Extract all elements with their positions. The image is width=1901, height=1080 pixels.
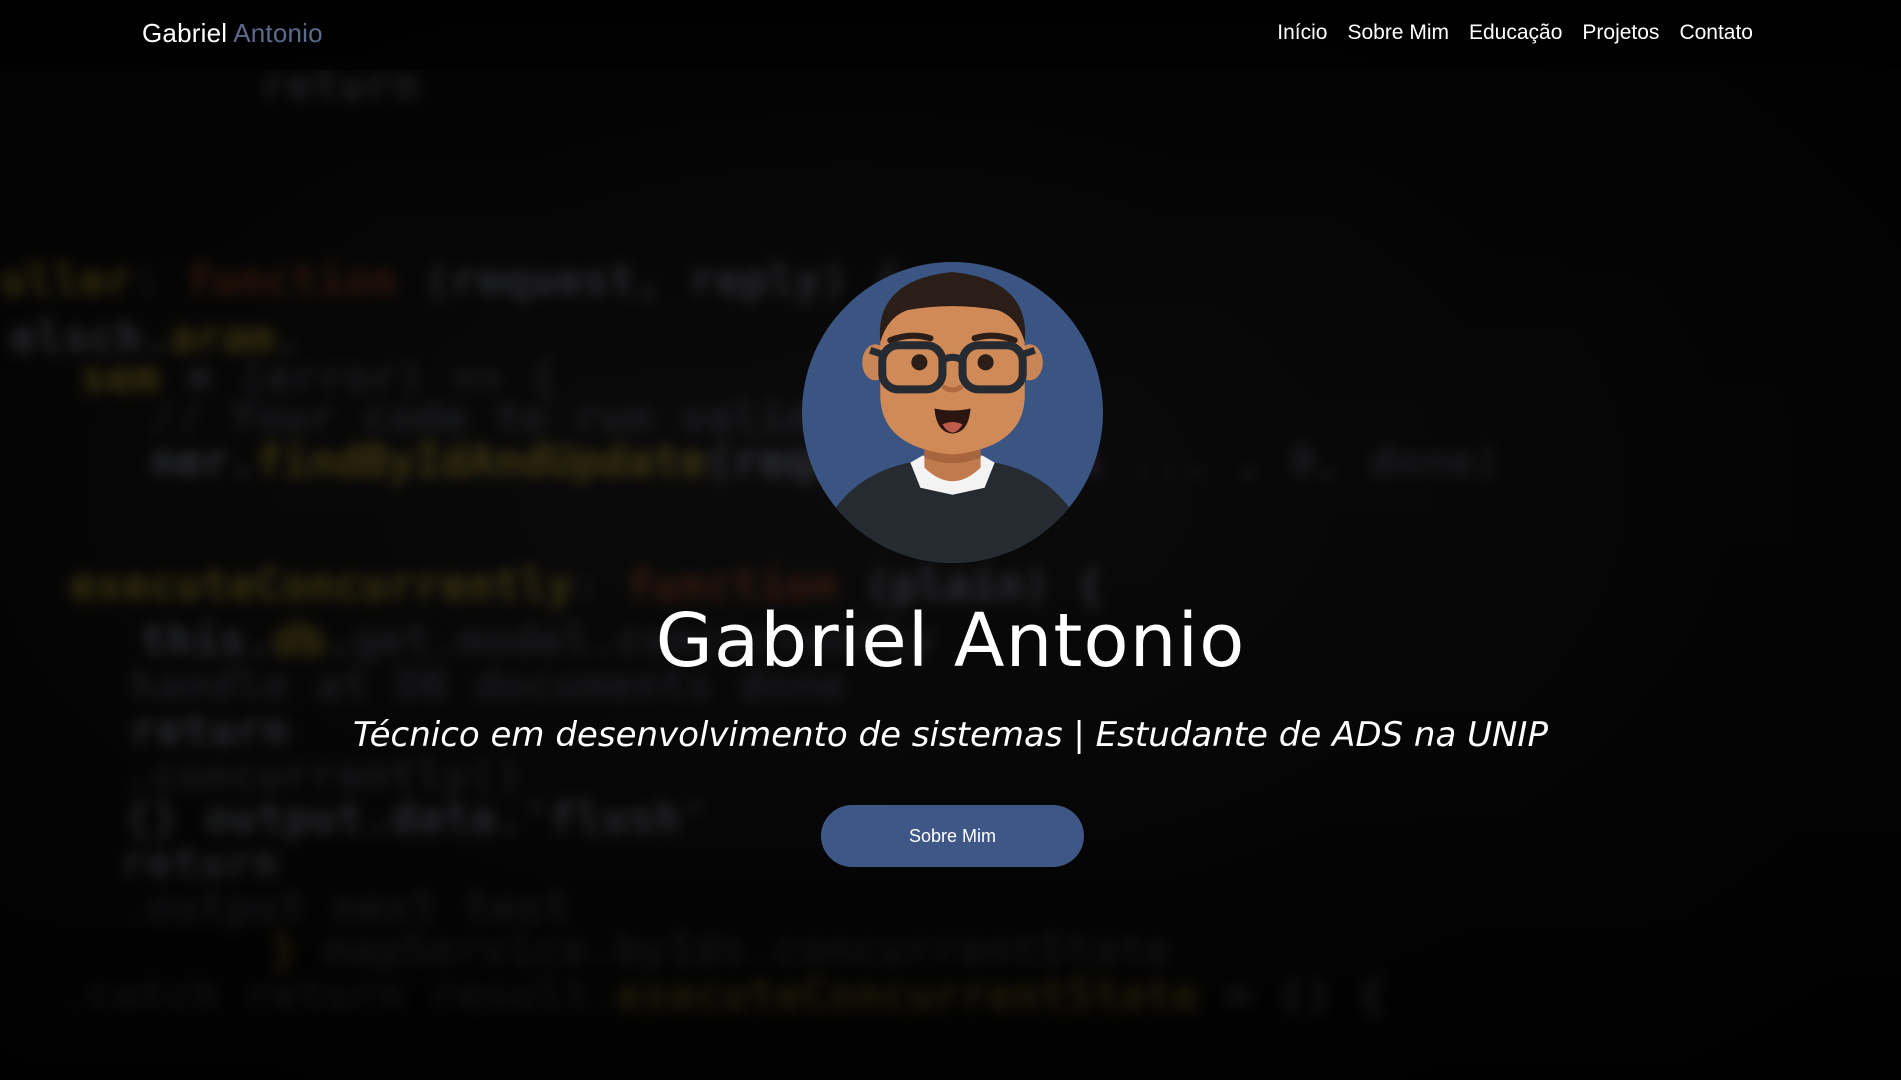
- nav-links: Início Sobre Mim Educação Projetos Conta…: [1277, 21, 1753, 45]
- hero-subtitle: Técnico em desenvolvimento de sistemas |…: [353, 715, 1548, 755]
- hero-section: uller: function (request, reply) { elsch…: [0, 0, 1901, 1080]
- nav-link-projetos[interactable]: Projetos: [1582, 21, 1659, 45]
- nav-link-contato[interactable]: Contato: [1679, 21, 1753, 45]
- brand-last-name: Antonio: [233, 18, 323, 48]
- hero-name: Gabriel Antonio: [655, 598, 1246, 684]
- nav-link-inicio[interactable]: Início: [1277, 21, 1327, 45]
- nav-link-educacao[interactable]: Educação: [1469, 21, 1562, 45]
- brand-logo[interactable]: Gabriel Antonio: [142, 18, 323, 49]
- developer-avatar-icon: [802, 262, 1103, 563]
- brand-first-name: Gabriel: [142, 18, 228, 48]
- nav-link-sobre-mim[interactable]: Sobre Mim: [1347, 21, 1449, 45]
- navbar: Gabriel Antonio Início Sobre Mim Educaçã…: [0, 0, 1901, 70]
- sobre-mim-button[interactable]: Sobre Mim: [821, 805, 1084, 867]
